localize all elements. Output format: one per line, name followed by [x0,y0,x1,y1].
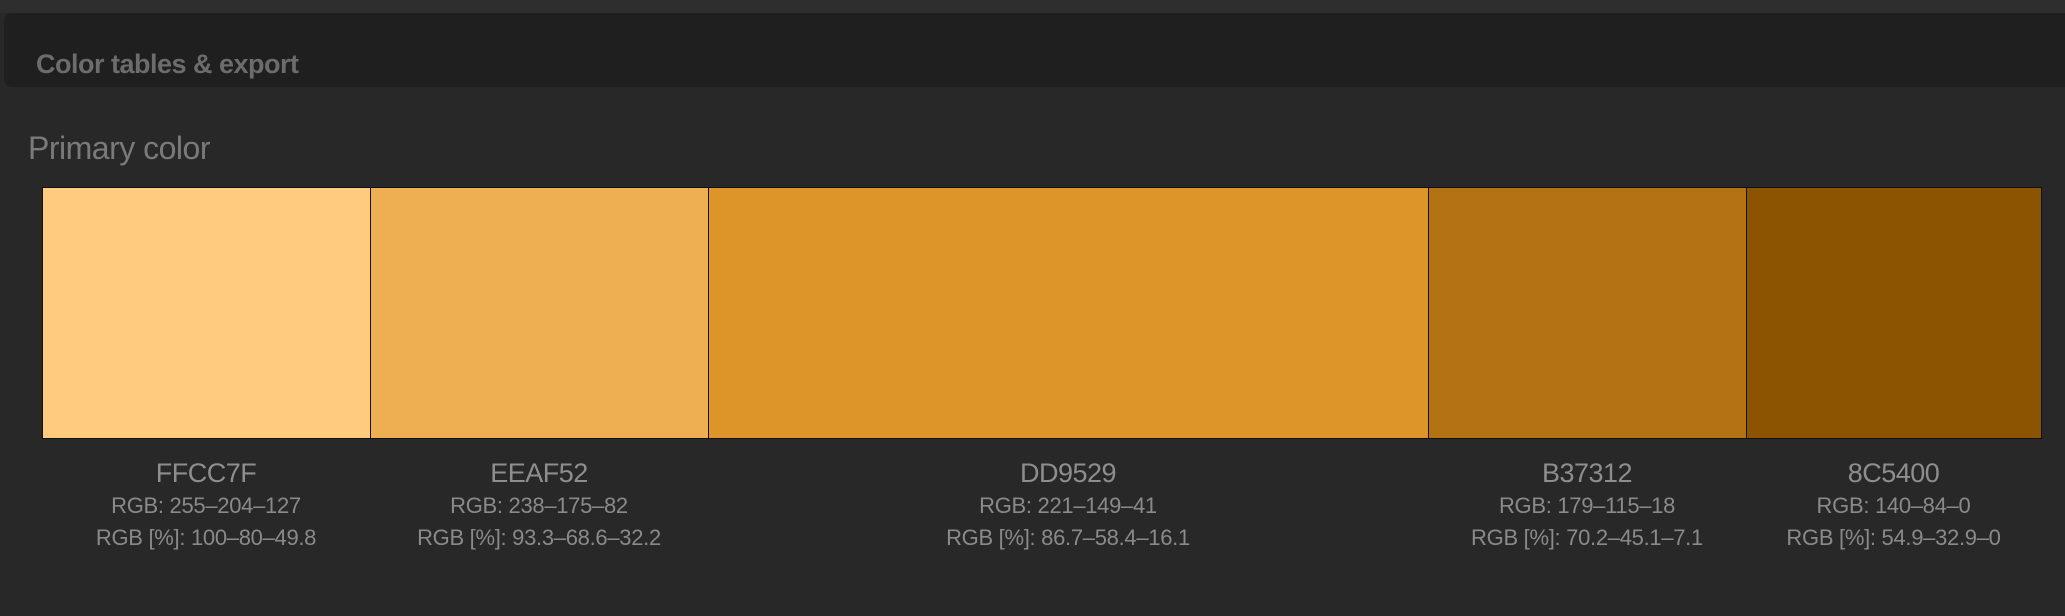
swatch-label-2: EEAF52 RGB: 238–175–82 RGB [%]: 93.3–68.… [370,456,708,554]
header-title: Color tables & export [36,49,299,79]
top-strip [0,0,2065,13]
section-header[interactable]: Color tables & export [4,13,2065,87]
swatch-label-1: FFCC7F RGB: 255–204–127 RGB [%]: 100–80–… [42,456,370,554]
rgb-value: RGB: 221–149–41 [979,493,1157,518]
rgb-value: RGB: 179–115–18 [1498,493,1676,518]
swatch-5[interactable] [1746,187,2042,439]
rgb-value: RGB: 238–175–82 [450,493,628,518]
swatch-3[interactable] [708,187,1429,439]
rgb-percent-value: RGB [%]: 70.2–45.1–7.1 [1471,525,1703,550]
rgb-percent-value: RGB [%]: 93.3–68.6–32.2 [417,525,661,550]
swatch-label-3: DD9529 RGB: 221–149–41 RGB [%]: 86.7–58.… [708,456,1428,554]
swatch-label-5: 8C5400 RGB: 140–84–0 RGB [%]: 54.9–32.9–… [1746,456,2041,554]
hex-value: EEAF52 [490,458,588,488]
rgb-value: RGB: 255–204–127 [111,493,301,518]
swatch-1[interactable] [42,187,371,439]
hex-value: DD9529 [1019,458,1117,488]
color-swatches [42,187,2042,439]
rgb-percent-value: RGB [%]: 86.7–58.4–16.1 [946,525,1190,550]
swatch-label-4: B37312 RGB: 179–115–18 RGB [%]: 70.2–45.… [1428,456,1746,554]
hex-value: 8C5400 [1847,458,1940,488]
rgb-percent-value: RGB [%]: 100–80–49.8 [95,525,317,550]
swatch-2[interactable] [370,187,709,439]
hex-value: B37312 [1541,458,1633,488]
rgb-value: RGB: 140–84–0 [1816,493,1971,518]
hex-value: FFCC7F [155,458,257,488]
primary-color-title: Primary color [28,130,210,166]
swatch-4[interactable] [1428,187,1747,439]
rgb-percent-value: RGB [%]: 54.9–32.9–0 [1786,525,2001,550]
